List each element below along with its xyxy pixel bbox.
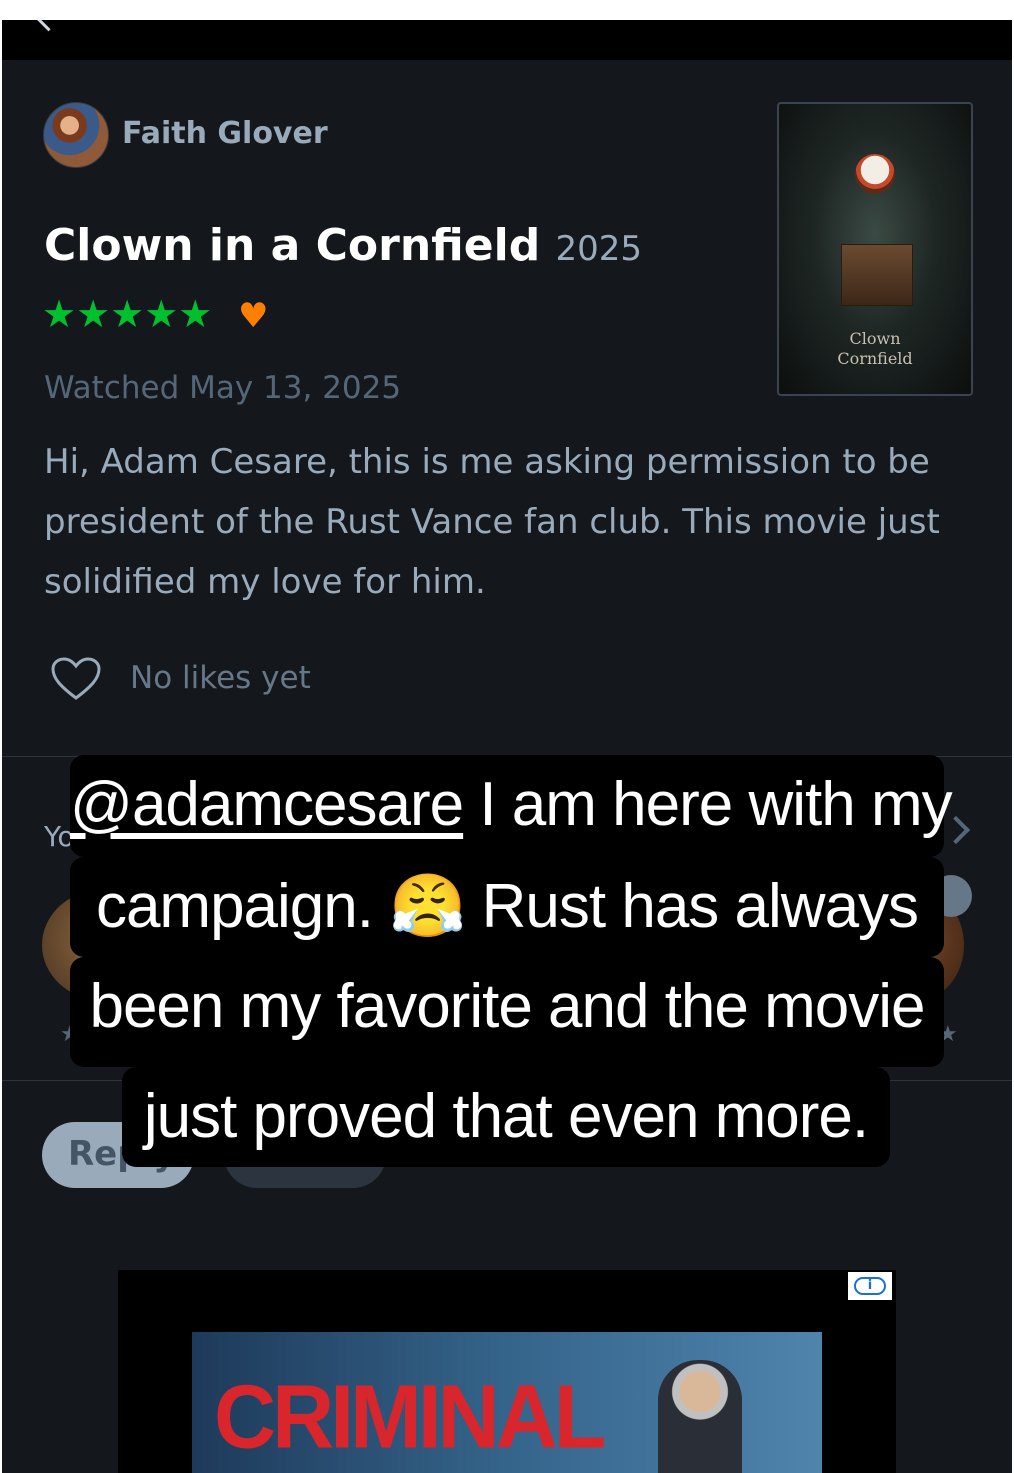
top-bar bbox=[2, 20, 1012, 60]
poster-jack-in-box bbox=[841, 244, 913, 306]
film-title-text: Clown in a Cornfield bbox=[44, 220, 541, 271]
friends-section-label: Yo bbox=[44, 820, 75, 853]
film-title[interactable]: Clown in a Cornfield 2025 bbox=[44, 220, 642, 271]
rating-stars: ★★★★★ bbox=[42, 292, 213, 336]
author-avatar[interactable] bbox=[43, 102, 109, 168]
film-year: 2025 bbox=[555, 229, 643, 269]
star-icon: ★ bbox=[938, 1022, 958, 1047]
ad-headline: CRIMINAL bbox=[214, 1366, 606, 1468]
secondary-action-button[interactable] bbox=[224, 1122, 386, 1188]
chevron-right-icon[interactable] bbox=[941, 815, 971, 845]
reply-button[interactable]: Reply bbox=[42, 1122, 194, 1188]
ad-image[interactable]: CRIMINAL bbox=[192, 1332, 822, 1473]
ad-info-label: i bbox=[854, 1277, 886, 1295]
watched-date: Watched May 13, 2025 bbox=[44, 370, 402, 406]
likes-count: No likes yet bbox=[130, 660, 311, 696]
back-icon[interactable] bbox=[33, 20, 64, 32]
poster-clown-figure bbox=[855, 154, 895, 194]
section-divider bbox=[2, 1080, 1012, 1081]
section-divider bbox=[2, 756, 1012, 757]
app-screen: Faith Glover Clown in a Cornfield 2025 ★… bbox=[2, 20, 1012, 1473]
like-heart-icon[interactable] bbox=[50, 656, 102, 702]
review-text: Hi, Adam Cesare, this is me asking permi… bbox=[44, 442, 940, 602]
list-icon bbox=[930, 875, 972, 917]
ad-person-image bbox=[658, 1360, 742, 1473]
ad-info-icon[interactable]: i bbox=[848, 1272, 892, 1300]
author-name[interactable]: Faith Glover bbox=[122, 116, 328, 151]
friend-avatar[interactable] bbox=[42, 890, 162, 1000]
poster-title: Clown Cornfield bbox=[779, 329, 971, 369]
poster-title-line1: Clown bbox=[849, 329, 901, 348]
advertisement[interactable]: i CRIMINAL bbox=[118, 1270, 896, 1473]
liked-heart-icon: ♥ bbox=[238, 296, 269, 336]
film-poster[interactable]: Clown Cornfield bbox=[777, 102, 973, 396]
poster-title-line2: Cornfield bbox=[837, 349, 913, 368]
star-icon: ★ bbox=[60, 1022, 80, 1047]
